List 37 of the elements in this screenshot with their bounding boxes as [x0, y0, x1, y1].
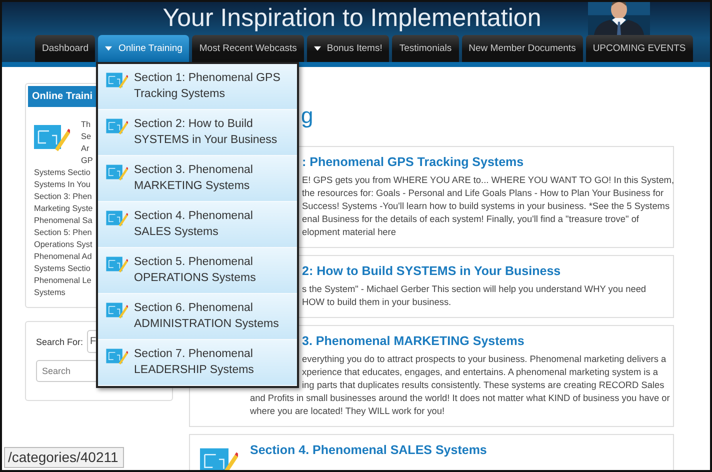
description-text: Section 3: Phen	[34, 191, 92, 203]
section-description: and Profits in small businesses around the world! It does not matter what KIND of business you have or	[250, 392, 670, 405]
page-heading: g	[301, 103, 314, 130]
section-description: Success! Systems -You'll learn how to build systems in your business. *See the 5 Systems	[302, 200, 670, 213]
menu-item-label: Section 6. Phenomenal ADMINISTRATION Systems	[134, 301, 280, 332]
site-title: Your Inspiration to Implementation	[162, 4, 542, 33]
search-for-label: Search For:	[36, 336, 84, 346]
description-text: Systems Sectio	[34, 263, 90, 275]
menu-item-label: Section 4. Phenomenal SALES Systems	[134, 209, 254, 240]
section-description: the resources for: Goals - Personal and Life Goals Plans - How to Plan Your Business for	[302, 187, 664, 200]
description-text: Marketing Syste	[34, 203, 93, 215]
description-text: Ar	[81, 143, 90, 155]
section-description: s the System" - Michael Gerber This section will help you understand WHY you need	[302, 283, 646, 296]
status-url: /categories/40211	[4, 447, 124, 468]
description-text: Systems In You	[34, 179, 90, 191]
description-text: Th	[81, 119, 91, 131]
section-description: elopment material here	[302, 226, 396, 239]
section-description: xperience that educates, engages, and entertains. A phenomenal marketing system is a	[302, 366, 658, 379]
section-description: where you are located! They WILL work for you!	[250, 405, 445, 418]
description-text: Systems Sectio	[34, 167, 90, 179]
menu-item-label: Section 7. Phenomenal LEADERSHIP Systems	[134, 347, 255, 378]
description-text: GP	[81, 155, 93, 167]
description-text: Se	[81, 131, 92, 143]
menu-item-label: Section 3. Phenomenal MARKETING Systems	[134, 163, 254, 194]
section-description: everything you do to attract prospects to your business. Phenomenal marketing delivers a	[302, 353, 666, 366]
menu-item-label: Section 2: How to Build SYSTEMS in Your Business	[134, 117, 278, 148]
description-text: Systems	[34, 287, 66, 299]
section-description: enal Business for the details of each system! Finally, you'll find a "treasure trove" of	[302, 213, 639, 226]
menu-item-label: Section 5. Phenomenal OPERATIONS Systems	[134, 255, 257, 286]
description-text: Operations Syst	[34, 239, 92, 251]
section-description: HOW to build them in your business.	[302, 296, 452, 309]
description-text: Phenomenal Le	[34, 275, 92, 287]
section-description: ing parts that duplicates results consistently. These systems are creating RECORD Sales	[302, 379, 664, 392]
section-description: E! GPS gets you from WHERE YOU ARE to... WHERE YOU WANT TO GO! In this System,	[302, 174, 674, 187]
description-text: Phenomenal Ad	[34, 251, 92, 263]
description-text: Section 5: Phen	[34, 227, 92, 239]
description-text: Phenomenal Sa	[34, 215, 92, 227]
